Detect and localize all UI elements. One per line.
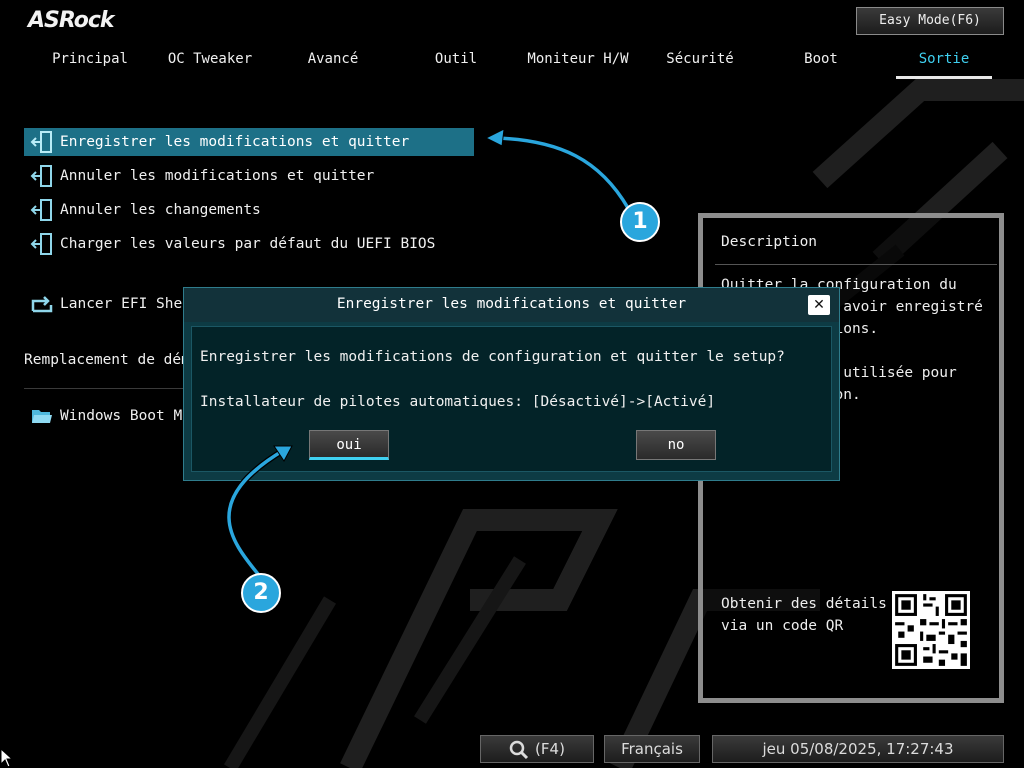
- callout-badge-2: 2: [241, 573, 281, 613]
- tab-oc-tweaker[interactable]: OC Tweaker: [160, 51, 260, 73]
- menu-item-save-exit[interactable]: Enregistrer les modifications et quitter: [24, 128, 474, 156]
- asrock-logo: ASRock: [28, 8, 115, 33]
- qr-code-icon: [892, 591, 970, 669]
- dialog-title: Enregistrer les modifications et quitter: [336, 296, 687, 312]
- exit-door-icon: [30, 199, 52, 221]
- easy-mode-button[interactable]: Easy Mode(F6): [856, 7, 1004, 35]
- divider: [715, 264, 997, 265]
- menu-item-label: Charger les valeurs par défaut du UEFI B…: [60, 236, 436, 252]
- menu-item-load-defaults[interactable]: Charger les valeurs par défaut du UEFI B…: [24, 230, 474, 258]
- exit-door-icon: [30, 165, 52, 187]
- menu-item-label: Enregistrer les modifications et quitter: [60, 134, 410, 150]
- folder-icon: [32, 410, 52, 423]
- dialog-message: Enregistrer les modifications de configu…: [200, 349, 785, 365]
- yes-button[interactable]: oui: [309, 430, 389, 460]
- tab-avance[interactable]: Avancé: [283, 51, 383, 73]
- confirm-dialog: Enregistrer les modifications et quitter…: [183, 287, 840, 481]
- tab-securite[interactable]: Sécurité: [650, 51, 750, 73]
- no-button[interactable]: no: [636, 430, 716, 460]
- menu-item-label: Annuler les modifications et quitter: [60, 168, 375, 184]
- tab-sortie[interactable]: Sortie: [894, 51, 994, 73]
- active-tab-underline: [896, 76, 992, 79]
- tab-moniteur-hw[interactable]: Moniteur H/W: [520, 51, 636, 73]
- qr-code-caption: Obtenir des détails via un code QR: [721, 596, 887, 634]
- language-button[interactable]: Français: [604, 735, 700, 763]
- dialog-detail: Installateur de pilotes automatiques: [D…: [200, 394, 716, 410]
- datetime-display: jeu 05/08/2025, 17:27:43: [712, 735, 1004, 763]
- launch-arrow-icon: [31, 296, 53, 313]
- exit-door-icon: [30, 233, 52, 255]
- tab-principal[interactable]: Principal: [40, 51, 140, 73]
- search-icon: [509, 740, 529, 759]
- menu-item-label: Annuler les changements: [60, 202, 261, 218]
- menu-item-discard-changes[interactable]: Annuler les changements: [24, 196, 474, 224]
- dialog-titlebar: Enregistrer les modifications et quitter…: [184, 288, 839, 322]
- mouse-cursor-icon: [0, 748, 12, 768]
- exit-door-icon: [30, 131, 52, 153]
- callout-badge-1: 1: [620, 202, 660, 242]
- description-title: Description: [721, 234, 818, 250]
- search-shortcut: (F4): [535, 740, 565, 758]
- tab-boot[interactable]: Boot: [771, 51, 871, 73]
- tab-outil[interactable]: Outil: [406, 51, 506, 73]
- close-icon[interactable]: ✕: [808, 295, 830, 315]
- search-button[interactable]: (F4): [480, 735, 594, 763]
- menu-item-discard-exit[interactable]: Annuler les modifications et quitter: [24, 162, 474, 190]
